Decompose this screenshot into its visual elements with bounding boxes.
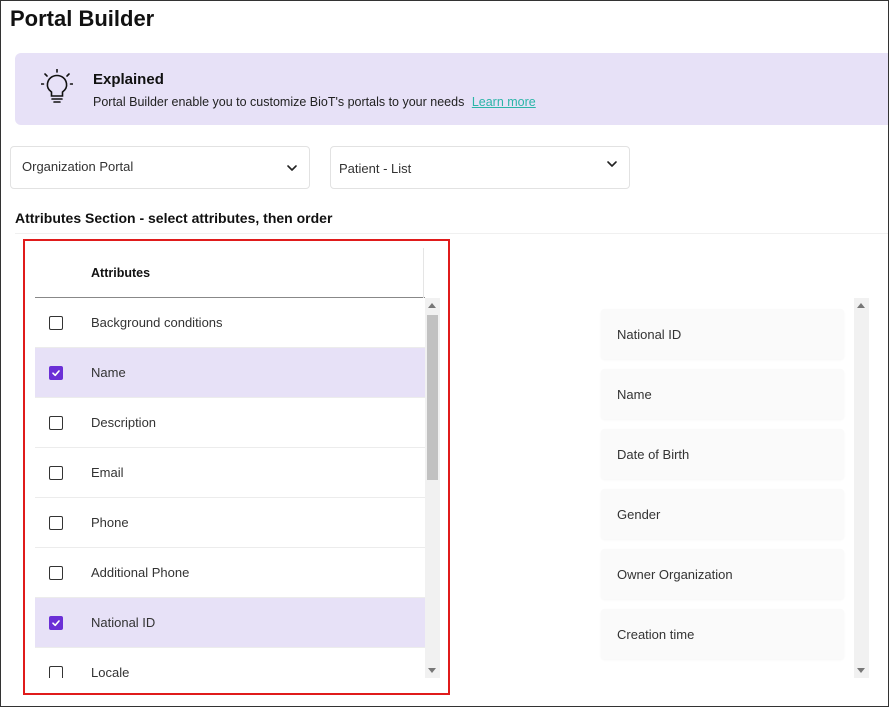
explained-banner: Explained Portal Builder enable you to c… (15, 53, 889, 125)
ordered-attribute-label: Creation time (617, 627, 695, 642)
ordered-attribute-card[interactable]: National ID (601, 309, 844, 359)
ordered-attribute-card[interactable]: Name (601, 369, 844, 419)
banner-description: Portal Builder enable you to customize B… (93, 95, 465, 109)
ordered-attribute-card[interactable]: Date of Birth (601, 429, 844, 479)
highlight-box (23, 239, 450, 695)
banner-text: Portal Builder enable you to customize B… (93, 95, 536, 109)
ordered-attribute-label: Date of Birth (617, 447, 690, 462)
portal-select-value: Organization Portal (22, 159, 134, 174)
scroll-up-arrow-icon[interactable] (857, 303, 865, 308)
ordered-attribute-label: National ID (617, 327, 682, 342)
page-title: Portal Builder (10, 6, 155, 31)
portal-select[interactable]: Organization Portal (10, 146, 310, 189)
ordered-scrollbar[interactable] (854, 298, 869, 678)
ordered-attribute-card[interactable]: Owner Organization (601, 549, 844, 599)
chevron-down-icon (607, 161, 617, 167)
ordered-attribute-card[interactable]: Creation time (601, 609, 844, 659)
section-divider (15, 233, 889, 234)
chevron-down-icon (287, 165, 297, 171)
section-title: Attributes Section - select attributes, … (15, 210, 333, 226)
lightbulb-icon (41, 69, 73, 103)
ordered-attribute-card[interactable]: Gender (601, 489, 844, 539)
view-select-value: Patient - List (339, 161, 412, 176)
ordered-attribute-label: Name (617, 387, 652, 402)
ordered-attribute-label: Owner Organization (617, 567, 733, 582)
banner-title: Explained (93, 71, 164, 88)
ordered-attributes-list: National ID Name Date of Birth Gender Owner … (601, 309, 844, 669)
scroll-down-arrow-icon[interactable] (857, 668, 865, 673)
ordered-attribute-label: Gender (617, 507, 661, 522)
view-select[interactable]: Patient - List (330, 146, 630, 189)
learn-more-link[interactable]: Learn more (472, 95, 536, 109)
